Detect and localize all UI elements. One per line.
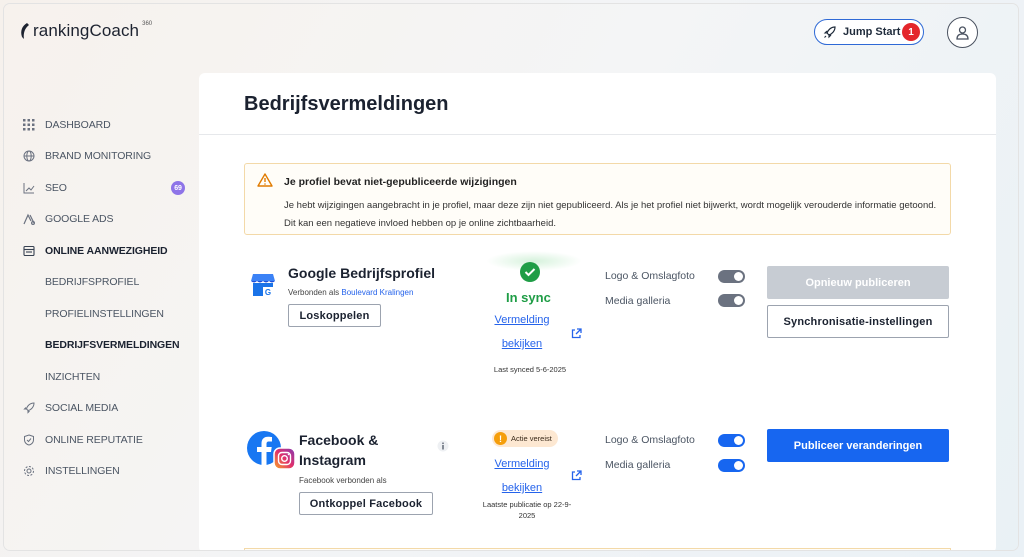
shield-icon (22, 433, 35, 446)
external-link-icon[interactable] (571, 470, 582, 481)
seo-count-badge: 69 (171, 181, 185, 195)
ads-icon (22, 213, 35, 226)
sidebar-item-label: ONLINE AANWEZIGHEID (45, 244, 168, 257)
disconnect-facebook-button[interactable]: Ontkoppel Facebook (299, 492, 433, 515)
facebook-instagram-icon (247, 431, 295, 470)
google-view-listing-link[interactable]: Vermelding bekijken (487, 308, 557, 356)
google-sync-status: In sync (506, 290, 551, 305)
sidebar-item-google-ads[interactable]: GOOGLE ADS (4, 204, 194, 236)
exclamation-icon: ! (494, 432, 507, 445)
sidebar-item-label: DASHBOARD (45, 118, 111, 131)
sidebar-item-brand-monitoring[interactable]: BRAND MONITORING (4, 141, 194, 173)
sidebar-item-label: SOCIAL MEDIA (45, 402, 119, 415)
google-connected-prefix: Verbonden als (288, 288, 340, 297)
notification-badge: 1 (902, 23, 920, 41)
google-logo-toggle-label: Logo & Omslagfoto (605, 270, 695, 282)
sidebar-nav: DASHBOARD BRAND MONITORING SEO 69 GOOGLE… (4, 109, 194, 487)
sidebar-item-bedrijfsprofiel[interactable]: BEDRIJFSPROFIEL (4, 267, 194, 299)
facebook-media-toggle[interactable] (718, 459, 745, 472)
page-title: Bedrijfsvermeldingen (244, 93, 449, 115)
disconnect-google-button[interactable]: Loskoppelen (288, 304, 381, 327)
user-avatar-button[interactable] (947, 17, 978, 48)
sidebar-item-seo[interactable]: SEO 69 (4, 172, 194, 204)
app-logo[interactable]: rankingCoach 360 (20, 21, 152, 41)
republish-button[interactable]: Opnieuw publiceren (767, 266, 949, 299)
main-content: Bedrijfsvermeldingen Je profiel bevat ni… (199, 73, 996, 550)
google-media-toggle[interactable] (718, 294, 745, 307)
globe-icon (22, 150, 35, 163)
svg-text:G: G (265, 288, 271, 297)
google-connected-text: Verbonden als Boulevard Kralingen (288, 288, 413, 297)
jump-start-label: Jump Start (843, 26, 901, 38)
sidebar-item-label: BRAND MONITORING (45, 150, 152, 163)
grid-icon (22, 118, 35, 131)
sidebar-item-online-aanwezigheid[interactable]: ONLINE AANWEZIGHEID (4, 235, 194, 267)
google-logo-toggle[interactable] (718, 270, 745, 283)
google-connected-account-link[interactable]: Boulevard Kralingen (341, 288, 413, 297)
alert-body: Je hebt wijzigingen aangebracht in je pr… (284, 200, 937, 229)
action-required-badge: ! Actie vereist (492, 430, 558, 447)
sidebar-item-profielinstellingen[interactable]: PROFIELINSTELLINGEN (4, 298, 194, 330)
logo-superscript: 360 (142, 21, 153, 27)
chart-icon (22, 181, 35, 194)
facebook-connected-text: Facebook verbonden als (299, 476, 387, 485)
info-icon[interactable] (437, 440, 449, 452)
publish-changes-button[interactable]: Publiceer veranderingen (767, 429, 949, 462)
google-last-synced: Last synced 5-6-2025 (493, 365, 567, 374)
facebook-logo-toggle[interactable] (718, 434, 745, 447)
alert-title: Je profiel bevat niet-gepubliceerde wijz… (284, 176, 517, 188)
sidebar-item-label: ONLINE REPUTATIE (45, 433, 143, 446)
unpublished-changes-alert: Je profiel bevat niet-gepubliceerde wijz… (244, 163, 951, 235)
google-media-toggle-label: Media galleria (605, 295, 671, 307)
rocket-icon (823, 26, 836, 39)
title-divider (199, 134, 996, 135)
presence-icon (22, 244, 35, 257)
app-window: rankingCoach 360 Jump Start 1 DASHBOARD … (4, 4, 1018, 550)
facebook-listing-row: Facebook & Instagram Facebook verbonden … (244, 427, 951, 547)
facebook-listing-name: Facebook & Instagram (299, 432, 379, 468)
google-business-icon: G (251, 274, 275, 297)
jump-start-button[interactable]: Jump Start 1 (814, 19, 924, 45)
logo-text: rankingCoach (33, 21, 140, 40)
sidebar-item-label: SEO (45, 181, 67, 194)
warning-icon (257, 173, 273, 187)
sidebar-item-inzichten[interactable]: INZICHTEN (4, 361, 194, 393)
sidebar-item-label: INSTELLINGEN (45, 465, 120, 478)
facebook-logo-toggle-label: Logo & Omslagfoto (605, 434, 695, 446)
google-listing-name: Google Bedrijfsprofiel (288, 265, 436, 281)
sidebar-item-instellingen[interactable]: INSTELLINGEN (4, 456, 194, 488)
sidebar-item-social-media[interactable]: SOCIAL MEDIA (4, 393, 194, 425)
google-listing-row: G Google Bedrijfsprofiel Verbonden als B… (244, 251, 951, 391)
sidebar-item-label: PROFIELINSTELLINGEN (45, 307, 164, 320)
sidebar-item-dashboard[interactable]: DASHBOARD (4, 109, 194, 141)
logo-mark-icon (21, 23, 29, 39)
facebook-media-toggle-label: Media galleria (605, 459, 671, 471)
action-required-label: Actie vereist (511, 434, 552, 443)
next-card-edge (244, 548, 951, 550)
sidebar-item-bedrijfsvermeldingen[interactable]: BEDRIJFSVERMELDINGEN (4, 330, 194, 362)
facebook-last-published: Laatste publicatie op 22-9-2025 (482, 500, 572, 520)
facebook-view-listing-link[interactable]: Vermelding bekijken (487, 452, 557, 500)
gear-icon (22, 465, 35, 478)
sidebar-item-label: INZICHTEN (45, 370, 101, 383)
sidebar-item-label: BEDRIJFSVERMELDINGEN (45, 339, 180, 352)
sidebar-item-label: GOOGLE ADS (45, 213, 114, 226)
external-link-icon[interactable] (571, 328, 582, 339)
rocket-icon (22, 402, 35, 415)
sidebar-item-label: BEDRIJFSPROFIEL (45, 276, 140, 289)
user-icon (956, 26, 969, 40)
sync-settings-button[interactable]: Synchronisatie-instellingen (767, 305, 949, 338)
check-circle-icon (520, 262, 540, 282)
sidebar-item-online-reputatie[interactable]: ONLINE REPUTATIE (4, 424, 194, 456)
